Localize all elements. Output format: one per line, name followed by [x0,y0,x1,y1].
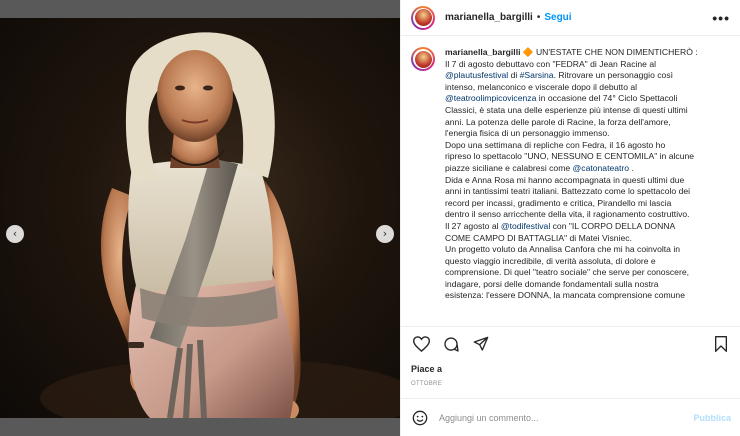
caption-line: comprensione. Di quel "teatro sociale" c… [445,267,731,279]
header-username[interactable]: marianella_bargilli [445,12,533,23]
caption-line: dentro il senso arricchente della vita, … [445,209,731,221]
post-date: OTTOBRE [411,381,442,387]
caption-text: marianella_bargilli 🔶 UN'ESTATE CHE NON … [445,47,731,325]
caption-text-segment: Dida e Anna Rosa mi hanno accompagnata i… [445,174,685,185]
header-separator: • [536,12,541,23]
caption-line: anni. La potenza delle parole di Racine,… [445,117,731,129]
caption-line: @teatroolimpicovicenza in occasione del … [445,93,731,105]
caption-text-segment: in occasione del 74° Ciclo Spettacoli [536,93,678,104]
caption-text-segment: intenso, melanconico e viscerale dopo il… [445,81,638,92]
caption-text-segment: . [629,162,634,173]
caption-line: marianella_bargilli 🔶 UN'ESTATE CHE NON … [445,47,731,59]
caption-text-segment: esistenza: l'essere DONNA, la mancata co… [445,290,685,301]
caption-text-segment: questo viaggio incredibile, di verità as… [445,255,656,266]
post-photo: ‹ › [0,18,400,418]
caption-text-segment: l'energia fisica di un personaggio immen… [445,128,610,139]
comment-input[interactable] [439,412,669,423]
caption-username[interactable]: marianella_bargilli [445,47,523,57]
caption-avatar[interactable] [411,47,435,71]
caption-text-segment: 🔶 UN'ESTATE CHE NON DIMENTICHERÒ : [522,47,698,57]
caption-text-segment: comprensione. Di quel "teatro sociale" c… [445,267,689,278]
caption-text-segment: indagare, porsi delle domande fondamenta… [445,278,659,289]
caption-line: Il 7 di agosto debuttavo con "FEDRA" di … [445,59,731,71]
caption-text-segment: Il 7 di agosto debuttavo con "FEDRA" di … [445,58,657,69]
caption-line: l'energia fisica di un personaggio immen… [445,128,731,140]
previous-photo-button[interactable]: ‹ [6,225,24,243]
mention-link[interactable]: @plautusfestival [445,70,508,80]
caption-line: piazze siciliane e calabresi come @caton… [445,163,731,175]
caption-text-segment: anni. La potenza delle parole di Racine,… [445,116,671,127]
caption-text-segment: record per incassi, gradimento e critica… [445,197,672,208]
caption-line: Il 27 agosto al @todifestival con "IL CO… [445,221,731,233]
caption-text-segment: dentro il senso arricchente della vita, … [445,209,690,220]
next-photo-button[interactable]: › [376,225,394,243]
caption-line: intenso, melanconico e viscerale dopo il… [445,82,731,94]
hashtag-link[interactable]: #Sarsina [520,70,554,80]
emoji-icon[interactable] [411,409,429,427]
post-caption: marianella_bargilli 🔶 UN'ESTATE CHE NON … [401,37,740,325]
caption-text-segment: Dopo una settimana di repliche con Fedra… [445,139,666,150]
caption-text-segment: di [508,70,520,81]
follow-button[interactable]: Segui [544,12,571,23]
caption-line: Dida e Anna Rosa mi hanno accompagnata i… [445,175,731,187]
caption-text-segment: COME CAMPO DI BATTAGLIA" di Matei Visnie… [445,232,632,243]
post-actions [401,326,740,360]
mention-link[interactable]: @teatroolimpicovicenza [445,93,536,103]
caption-line: record per incassi, gradimento e critica… [445,198,731,210]
caption-text-segment: Il 27 agosto al [445,220,501,231]
publish-button[interactable]: Pubblica [693,413,731,423]
caption-text-segment: piazze siciliane e calabresi come [445,162,573,173]
mention-link[interactable]: @catonateatro [573,163,630,173]
more-options-icon[interactable]: ••• [712,10,730,26]
heart-icon[interactable] [411,334,431,354]
caption-text-segment: . Ritrovare un personaggio così [553,70,674,81]
caption-line: anni in tantissimi teatri italiani. Batt… [445,186,731,198]
caption-text-segment: Un progetto voluto da Annalisa Canfora c… [445,244,681,255]
caption-text-segment: Classici, è stata una delle esperienze p… [445,104,688,115]
post-header: marianella_bargilli • Segui ••• [401,0,740,36]
caption-line: Dopo una settimana di repliche con Fedra… [445,140,731,152]
bookmark-icon[interactable] [711,334,731,354]
caption-line: questo viaggio incredibile, di verità as… [445,256,731,268]
caption-line: indagare, porsi delle domande fondamenta… [445,279,731,291]
caption-line: @plautusfestival di #Sarsina. Ritrovare … [445,70,731,82]
caption-line: COME CAMPO DI BATTAGLIA" di Matei Visnie… [445,233,731,245]
likes-count[interactable]: Piace a [411,364,442,374]
caption-line: Un progetto voluto da Annalisa Canfora c… [445,244,731,256]
caption-line: ripreso lo spettacolo "UNO, NESSUNO E CE… [445,151,731,163]
caption-line: Classici, è stata una delle esperienze p… [445,105,731,117]
caption-line: esistenza: l'essere DONNA, la mancata co… [445,290,731,302]
woman-portrait-image [40,32,400,418]
caption-text-segment: anni in tantissimi teatri italiani. Batt… [445,186,691,197]
caption-text-segment: ripreso lo spettacolo "UNO, NESSUNO E CE… [445,151,695,162]
comment-bar: Pubblica [401,398,740,436]
post-side-panel: marianella_bargilli • Segui ••• marianel… [400,0,740,436]
share-icon[interactable] [471,334,491,354]
caption-text-segment: con "IL CORPO DELLA DONNA [550,220,676,231]
avatar[interactable] [411,5,435,30]
comment-icon[interactable] [441,334,461,354]
mention-link[interactable]: @todifestival [501,221,550,231]
